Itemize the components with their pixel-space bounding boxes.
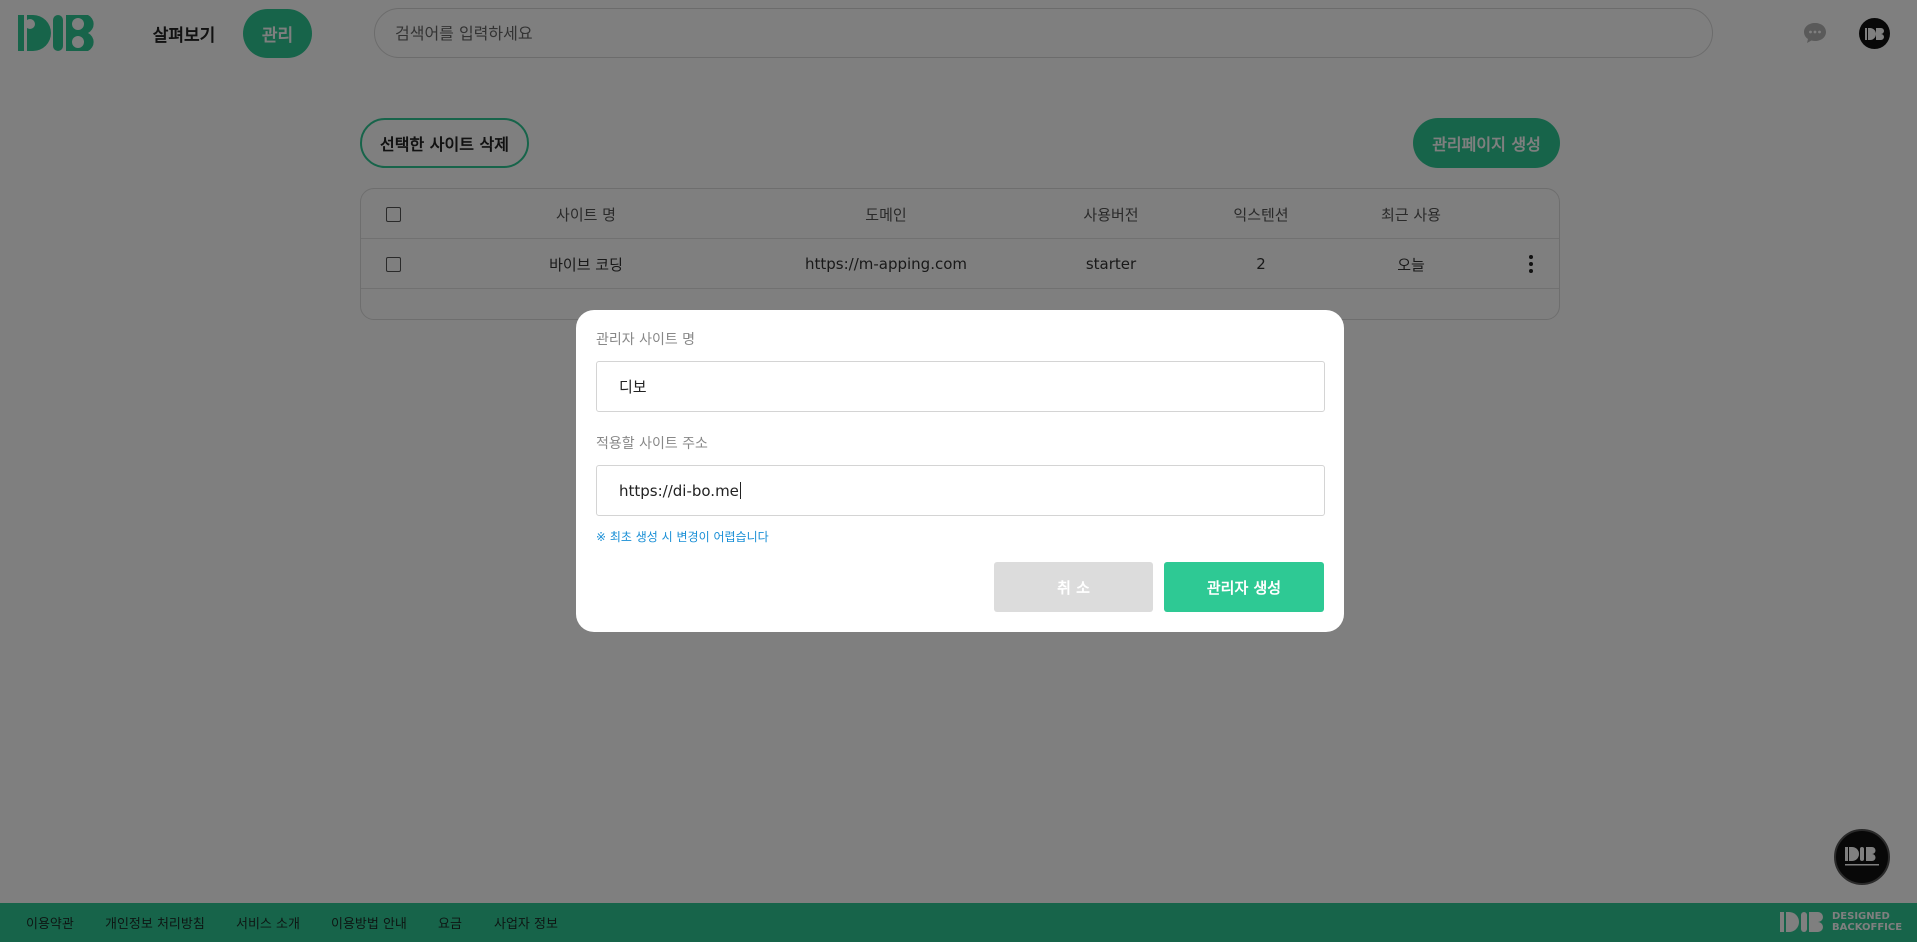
create-admin-modal: 관리자 사이트 명 디보 적용할 사이트 주소 https://di-bo.me… bbox=[576, 310, 1344, 632]
create-admin-button[interactable]: 관리자 생성 bbox=[1164, 562, 1324, 612]
site-url-value: https://di-bo.me bbox=[619, 481, 739, 500]
site-name-input[interactable]: 디보 bbox=[596, 361, 1325, 412]
site-url-label: 적용할 사이트 주소 bbox=[596, 436, 708, 452]
notice-text: ※ 최초 생성 시 변경이 어렵습니다 bbox=[596, 530, 769, 544]
site-name-label: 관리자 사이트 명 bbox=[596, 332, 696, 348]
site-name-value: 디보 bbox=[619, 378, 647, 396]
cancel-button[interactable]: 취 소 bbox=[994, 562, 1153, 612]
site-url-input[interactable]: https://di-bo.me bbox=[596, 465, 1325, 516]
text-caret bbox=[739, 482, 741, 499]
